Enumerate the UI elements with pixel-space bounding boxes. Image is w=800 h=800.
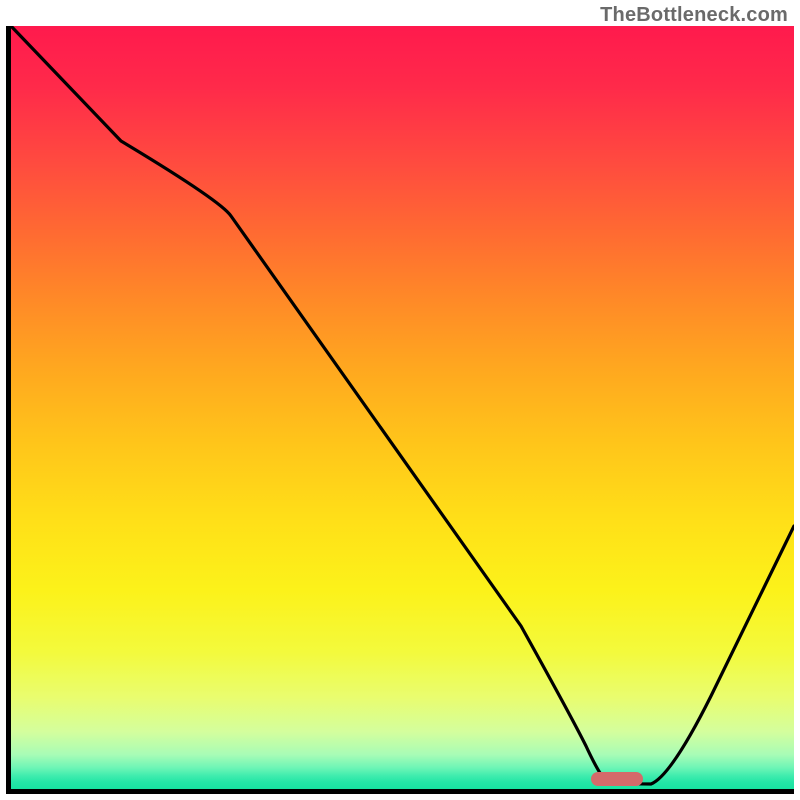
watermark-text: TheBottleneck.com [600, 4, 788, 27]
gradient-background [11, 26, 794, 789]
chart-container: TheBottleneck.com [0, 0, 800, 800]
optimal-marker [591, 772, 643, 786]
plot-area [6, 26, 794, 794]
